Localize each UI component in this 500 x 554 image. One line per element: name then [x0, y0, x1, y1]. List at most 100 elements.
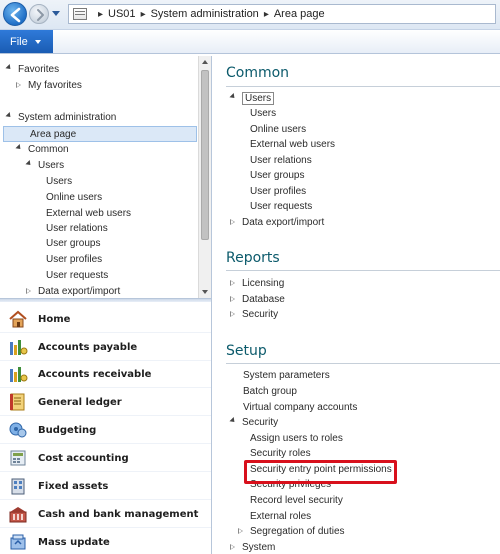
- tree-item-user-relations[interactable]: User relations: [46, 221, 108, 237]
- expand-closed-icon[interactable]: [238, 527, 244, 535]
- tree-item-user-profiles[interactable]: User profiles: [46, 252, 102, 268]
- module-cash-bank-management[interactable]: Cash and bank management: [0, 501, 211, 528]
- group-reports-security[interactable]: Security: [230, 307, 278, 323]
- group-data-export-import[interactable]: Data export/import: [230, 215, 324, 231]
- expand-closed-icon[interactable]: [230, 310, 236, 318]
- link-assign-users-to-roles[interactable]: Assign users to roles: [250, 431, 343, 447]
- chevron-down-icon: [34, 39, 41, 44]
- tree-item-external-web-users[interactable]: External web users: [46, 206, 131, 222]
- module-accounts-payable[interactable]: Accounts payable: [0, 334, 211, 361]
- ribbon: File: [0, 30, 500, 54]
- expand-closed-icon[interactable]: [230, 218, 236, 226]
- breadcrumb-company[interactable]: US01: [108, 8, 136, 20]
- scroll-down-icon[interactable]: [202, 290, 208, 294]
- module-general-ledger[interactable]: General ledger: [0, 389, 211, 416]
- budgeting-icon: [8, 420, 28, 440]
- tree-item-system-administration[interactable]: System administration: [5, 110, 116, 126]
- tree-item-online-users[interactable]: Online users: [46, 190, 102, 206]
- cost-accounting-icon: [8, 448, 28, 468]
- expand-closed-icon[interactable]: [230, 295, 236, 303]
- tree-item-favorites[interactable]: Favorites: [5, 62, 59, 78]
- pane-splitter[interactable]: [0, 298, 211, 302]
- tree-item-data-export-import[interactable]: Data export/import: [26, 284, 120, 298]
- link-external-roles[interactable]: External roles: [250, 509, 311, 525]
- section-title-reports: Reports: [226, 250, 280, 266]
- link-user-requests[interactable]: User requests: [250, 199, 312, 215]
- breadcrumb-separator: ▸: [263, 8, 269, 20]
- group-system[interactable]: System: [230, 540, 275, 554]
- address-bar: ▸ US01 ▸ System administration ▸ Area pa…: [0, 0, 500, 30]
- navigation-tree: Favorites My favorites System administra…: [0, 56, 198, 298]
- module-home[interactable]: Home: [0, 306, 211, 333]
- general-ledger-icon: [8, 392, 28, 412]
- link-batch-group[interactable]: Batch group: [243, 384, 297, 400]
- expand-open-icon[interactable]: [5, 64, 13, 72]
- forward-arrow-icon: [37, 9, 44, 21]
- expand-closed-icon[interactable]: [26, 287, 32, 295]
- scroll-thumb[interactable]: [201, 70, 209, 240]
- breadcrumb-module[interactable]: System administration: [151, 8, 259, 20]
- expand-closed-icon[interactable]: [230, 543, 236, 551]
- module-list: Home Accounts payable Accounts receivabl…: [0, 304, 211, 554]
- breadcrumb-separator: ▸: [98, 8, 104, 20]
- tree-item-common[interactable]: Common: [15, 142, 69, 158]
- group-licensing[interactable]: Licensing: [230, 276, 284, 292]
- expand-open-icon[interactable]: [229, 93, 237, 101]
- link-user-profiles[interactable]: User profiles: [250, 184, 306, 200]
- expand-closed-icon[interactable]: [16, 81, 22, 89]
- tree-item-users-group[interactable]: Users: [25, 158, 64, 174]
- link-record-level-security[interactable]: Record level security: [250, 493, 343, 509]
- accounts-receivable-icon: [8, 364, 28, 384]
- navigation-pane: Favorites My favorites System administra…: [0, 56, 212, 554]
- expand-open-icon[interactable]: [229, 417, 237, 425]
- link-system-parameters[interactable]: System parameters: [243, 368, 330, 384]
- mass-update-icon: [8, 532, 28, 552]
- group-users[interactable]: Users: [229, 91, 275, 107]
- fixed-assets-icon: [8, 476, 28, 496]
- breadcrumb-page[interactable]: Area page: [274, 8, 325, 20]
- section-title-common: Common: [226, 65, 290, 81]
- group-database[interactable]: Database: [230, 292, 285, 308]
- file-menu-button[interactable]: File: [0, 30, 53, 53]
- expand-open-icon[interactable]: [15, 144, 23, 152]
- link-virtual-company-accounts[interactable]: Virtual company accounts: [243, 400, 357, 416]
- module-fixed-assets[interactable]: Fixed assets: [0, 473, 211, 500]
- address-field[interactable]: ▸ US01 ▸ System administration ▸ Area pa…: [68, 4, 496, 24]
- expand-open-icon[interactable]: [5, 112, 13, 120]
- section-divider: [226, 363, 500, 364]
- tree-item-user-requests[interactable]: User requests: [46, 268, 108, 284]
- module-mass-update[interactable]: Mass update: [0, 529, 211, 554]
- module-budgeting[interactable]: Budgeting: [0, 417, 211, 444]
- accounts-payable-icon: [8, 337, 28, 357]
- module-accounts-receivable[interactable]: Accounts receivable: [0, 361, 211, 388]
- link-users[interactable]: Users: [250, 106, 276, 122]
- home-icon: [8, 309, 28, 329]
- link-online-users[interactable]: Online users: [250, 122, 306, 138]
- group-setup-security[interactable]: Security: [229, 415, 278, 431]
- file-menu-label: File: [10, 35, 28, 48]
- link-user-relations[interactable]: User relations: [250, 153, 312, 169]
- section-divider: [226, 270, 500, 271]
- breadcrumb-separator: ▸: [140, 8, 146, 20]
- group-segregation-of-duties[interactable]: Segregation of duties: [238, 524, 345, 540]
- expand-open-icon[interactable]: [25, 160, 33, 168]
- history-dropdown-icon[interactable]: [52, 11, 60, 16]
- module-cost-accounting[interactable]: Cost accounting: [0, 445, 211, 472]
- back-arrow-icon: [10, 7, 21, 23]
- expand-closed-icon[interactable]: [230, 279, 236, 287]
- section-title-setup: Setup: [226, 343, 267, 359]
- tree-item-user-groups[interactable]: User groups: [46, 236, 100, 252]
- scroll-up-icon[interactable]: [202, 60, 208, 64]
- link-external-web-users[interactable]: External web users: [250, 137, 335, 153]
- tree-scrollbar[interactable]: [198, 56, 211, 298]
- back-button[interactable]: [3, 2, 27, 26]
- tree-item-area-page[interactable]: Area page: [3, 126, 197, 142]
- tree-item-my-favorites[interactable]: My favorites: [16, 78, 82, 94]
- link-user-groups[interactable]: User groups: [250, 168, 304, 184]
- address-page-icon: [73, 8, 87, 20]
- section-divider: [226, 86, 500, 87]
- forward-button[interactable]: [29, 4, 49, 24]
- tree-item-users[interactable]: Users: [46, 174, 72, 190]
- cash-bank-icon: [8, 504, 28, 524]
- highlight-annotation: [244, 460, 397, 484]
